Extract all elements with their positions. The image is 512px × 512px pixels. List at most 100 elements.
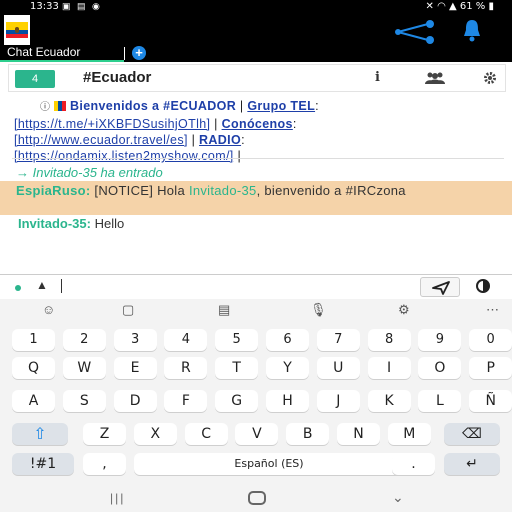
- wifi-icon: ◠: [437, 1, 446, 12]
- telegram-link[interactable]: [https://t.me/+iXKBFDSusihjOTlh]: [14, 117, 210, 131]
- key-3[interactable]: 3: [113, 329, 157, 351]
- system-nav-bar: ||| ⌄: [0, 489, 512, 512]
- signal-icon: ▲: [449, 1, 457, 12]
- ecuador-flag-logo[interactable]: [4, 15, 30, 45]
- key-u[interactable]: U: [316, 357, 360, 379]
- key-i[interactable]: I: [367, 357, 411, 379]
- flag-mini-icon: [54, 101, 67, 111]
- message-nick[interactable]: Invitado-35:: [18, 216, 91, 231]
- key-w[interactable]: W: [62, 357, 106, 379]
- add-tab-button[interactable]: +: [132, 46, 146, 60]
- notification-icons: ▣ ▤ ◉: [62, 1, 102, 11]
- channel-name: #Ecuador: [83, 69, 152, 86]
- radio-link[interactable]: RADIO: [199, 133, 241, 147]
- key-6[interactable]: 6: [266, 329, 309, 351]
- key-l[interactable]: L: [418, 390, 462, 412]
- key-j[interactable]: J: [316, 390, 360, 412]
- backspace-icon: ⌫: [462, 426, 482, 442]
- key-k[interactable]: K: [367, 390, 411, 412]
- key-p[interactable]: P: [469, 357, 512, 379]
- topic-welcome: Bienvenidos a #ECUADOR: [70, 99, 237, 113]
- key-f[interactable]: F: [164, 390, 208, 412]
- key-o[interactable]: O: [418, 357, 462, 379]
- key-0[interactable]: 0: [469, 329, 512, 351]
- key-a[interactable]: A: [12, 390, 55, 412]
- key-s[interactable]: S: [62, 390, 106, 412]
- key-q[interactable]: Q: [12, 357, 55, 379]
- key-v[interactable]: V: [235, 423, 279, 445]
- tab-chat-ecuador[interactable]: Chat Ecuador: [7, 45, 80, 59]
- back-icon[interactable]: ⌄: [392, 489, 404, 506]
- message-input-bar: ▲: [0, 274, 512, 298]
- info-button[interactable]: i: [375, 70, 380, 85]
- key-5[interactable]: 5: [215, 329, 259, 351]
- key-n[interactable]: N: [337, 423, 380, 445]
- user-count-badge[interactable]: 4: [15, 70, 55, 88]
- notice-nick[interactable]: EspiaRuso:: [16, 183, 91, 198]
- key-x[interactable]: X: [133, 423, 177, 445]
- share-icon[interactable]: [394, 20, 440, 44]
- key-y[interactable]: Y: [266, 357, 309, 379]
- enter-key[interactable]: ↵: [444, 453, 500, 475]
- emoji-icon[interactable]: ☺: [42, 302, 55, 317]
- mute-icon: ✕: [425, 1, 434, 12]
- key-1[interactable]: 1: [12, 329, 55, 351]
- grupo-tel-link[interactable]: Grupo TEL: [247, 99, 315, 113]
- settings-icon[interactable]: ⚙: [398, 302, 410, 318]
- key-c[interactable]: C: [184, 423, 228, 445]
- send-button[interactable]: [420, 277, 460, 297]
- shift-icon: ⇧: [33, 424, 47, 443]
- clipboard-icon[interactable]: ▤: [218, 302, 230, 318]
- message-text: Hello: [90, 216, 125, 231]
- comma-key[interactable]: ,: [83, 453, 126, 475]
- conocenos-link[interactable]: Conócenos: [222, 117, 293, 131]
- key-h[interactable]: H: [266, 390, 309, 412]
- channel-topic: ⓘ Bienvenidos a #ECUADOR | Grupo TEL: [h…: [14, 99, 319, 163]
- key-e[interactable]: E: [113, 357, 157, 379]
- battery-icon: ▮: [488, 1, 494, 12]
- key-8[interactable]: 8: [367, 329, 411, 351]
- key-g[interactable]: G: [215, 390, 259, 412]
- notice-highlight-nick[interactable]: Invitado-35: [189, 183, 257, 198]
- tab-divider: [124, 47, 125, 60]
- home-icon[interactable]: [248, 491, 266, 505]
- symbols-key[interactable]: !#1: [12, 453, 74, 475]
- key-ñ[interactable]: Ñ: [469, 390, 512, 412]
- keyboard-toolbar: ☺ ▢ ▤ 🎙 ⚙ ⋯: [0, 299, 512, 321]
- status-time: 13:33: [30, 1, 59, 12]
- more-icon[interactable]: ⋯: [486, 302, 499, 318]
- period-key[interactable]: .: [392, 453, 435, 475]
- bell-icon[interactable]: [462, 18, 482, 42]
- key-z[interactable]: Z: [83, 423, 126, 445]
- backspace-key[interactable]: ⌫: [444, 423, 500, 445]
- key-b[interactable]: B: [286, 423, 330, 445]
- shift-key[interactable]: ⇧: [12, 423, 68, 445]
- gear-icon[interactable]: [483, 71, 497, 85]
- mic-icon[interactable]: 🎙: [310, 302, 327, 318]
- status-right: ✕ ◠ ▲ 61 % ▮: [426, 1, 495, 12]
- travel-link[interactable]: [http://www.ecuador.travel/es]: [14, 133, 188, 147]
- status-dot-icon: [15, 285, 21, 291]
- key-4[interactable]: 4: [164, 329, 208, 351]
- on-screen-keyboard: ☺ ▢ ▤ 🎙 ⚙ ⋯ 1234567890 QWERTYUIOP ASDFGHJK…: [0, 299, 512, 512]
- theme-toggle-icon[interactable]: [476, 279, 490, 293]
- topic-divider: [12, 158, 504, 159]
- space-key[interactable]: Español (ES): [134, 453, 404, 475]
- key-d[interactable]: D: [113, 390, 157, 412]
- enter-icon: ↵: [466, 456, 478, 472]
- battery-level: 61 %: [459, 1, 486, 12]
- info-circle-icon: ⓘ: [40, 102, 51, 113]
- key-t[interactable]: T: [215, 357, 259, 379]
- key-9[interactable]: 9: [418, 329, 462, 351]
- history-up-button[interactable]: ▲: [36, 278, 48, 292]
- message-input[interactable]: [61, 279, 62, 293]
- status-bar: 13:33 ▣ ▤ ◉ ✕ ◠ ▲ 61 % ▮: [0, 0, 512, 15]
- radio-url-link[interactable]: [https://ondamix.listen2myshow.com/]: [14, 149, 234, 163]
- key-7[interactable]: 7: [316, 329, 360, 351]
- key-r[interactable]: R: [164, 357, 208, 379]
- recent-apps-icon[interactable]: |||: [110, 491, 125, 505]
- key-2[interactable]: 2: [62, 329, 106, 351]
- sticker-icon[interactable]: ▢: [122, 302, 134, 318]
- users-icon[interactable]: [425, 72, 445, 84]
- key-m[interactable]: M: [387, 423, 431, 445]
